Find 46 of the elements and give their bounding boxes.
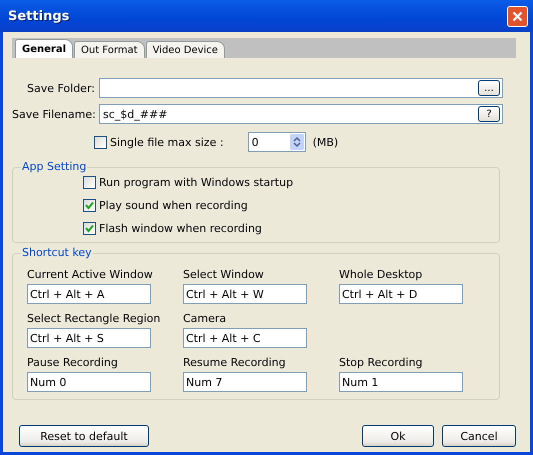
- shortcut-field[interactable]: Num 7: [183, 372, 307, 392]
- checkbox-label: Play sound when recording: [99, 199, 248, 212]
- tab[interactable]: General: [15, 39, 73, 58]
- checkbox-label: Run program with Windows startup: [99, 176, 294, 189]
- spin-arrows-icon[interactable]: [290, 134, 304, 150]
- shortcut-label: Camera: [183, 312, 228, 325]
- tab[interactable]: Video Device: [146, 41, 225, 58]
- group-title: Shortcut key: [21, 246, 93, 259]
- checkmark-icon: [85, 224, 94, 233]
- shortcut-field[interactable]: Ctrl + Alt + C: [183, 328, 307, 348]
- text-field[interactable]: sc_$d_### ?: [99, 104, 503, 124]
- shortcut-label: Select Rectangle Region: [27, 312, 162, 325]
- field-label: Save Filename:: [12, 108, 95, 120]
- close-button[interactable]: [507, 6, 528, 26]
- checkbox-label: Flash window when recording: [99, 222, 262, 235]
- number-field[interactable]: 0: [248, 132, 306, 152]
- group-title: App Setting: [21, 160, 88, 173]
- field-label: Save Folder:: [26, 82, 95, 94]
- help-button[interactable]: ?: [478, 106, 500, 122]
- browse-button[interactable]: ...: [478, 80, 500, 96]
- shortcut-label: Pause Recording: [27, 356, 119, 369]
- cancel-button[interactable]: Cancel: [442, 425, 516, 447]
- shortcut-label: Current Active Window: [27, 268, 154, 281]
- shortcut-label: Stop Recording: [339, 356, 424, 369]
- shortcut-label: Whole Desktop: [339, 268, 424, 281]
- shortcut-field[interactable]: Ctrl + Alt + W: [183, 284, 307, 304]
- tab[interactable]: Out Format: [74, 41, 145, 58]
- shortcut-field[interactable]: Num 0: [27, 372, 151, 392]
- shortcut-label: Resume Recording: [183, 356, 287, 369]
- text-field[interactable]: ...: [99, 78, 503, 98]
- checkbox-label: Single file max size :: [110, 136, 224, 148]
- checkbox[interactable]: [94, 136, 107, 148]
- ok-button[interactable]: Ok: [362, 425, 434, 447]
- shortcut-field[interactable]: Ctrl + Alt + A: [27, 284, 151, 304]
- shortcut-label: Select Window: [183, 268, 265, 281]
- close-icon: [512, 10, 523, 22]
- unit-label: (MB): [312, 136, 338, 148]
- window-title: Settings: [8, 8, 70, 24]
- shortcut-field[interactable]: Ctrl + Alt + D: [339, 284, 463, 304]
- checkbox[interactable]: [83, 222, 96, 235]
- checkbox[interactable]: [83, 199, 96, 212]
- checkmark-icon: [85, 201, 94, 210]
- shortcut-field[interactable]: Ctrl + Alt + S: [27, 328, 151, 348]
- shortcut-field[interactable]: Num 1: [339, 372, 463, 392]
- reset-button[interactable]: Reset to default: [19, 425, 149, 447]
- checkbox[interactable]: [83, 176, 96, 189]
